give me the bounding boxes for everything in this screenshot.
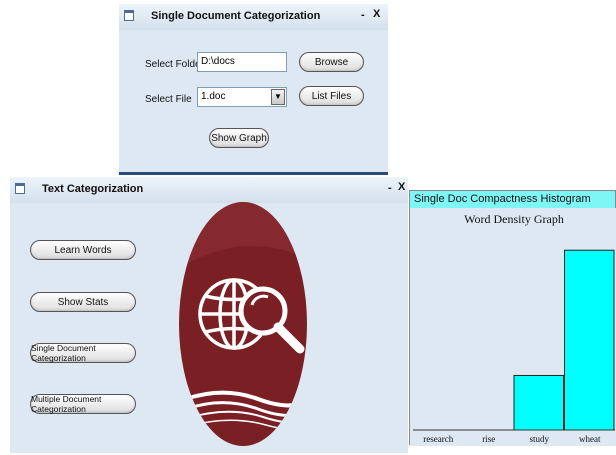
bar-study xyxy=(513,374,564,431)
minimize-button[interactable]: - xyxy=(361,9,365,21)
close-button[interactable]: X xyxy=(398,181,405,193)
minimize-button[interactable]: - xyxy=(388,182,392,194)
file-select-value: 1.doc xyxy=(201,91,226,102)
close-button[interactable]: X xyxy=(373,8,380,20)
chart-title: Word Density Graph xyxy=(464,212,564,226)
window-icon xyxy=(15,183,25,194)
select-folder-label: Select Folder xyxy=(145,59,204,70)
title-bar: Single Document Categorization - X xyxy=(119,4,388,30)
single-document-categorization-button[interactable]: Single Document Categorization xyxy=(30,343,136,363)
globe-search-logo xyxy=(179,202,307,446)
select-file-label: Select File xyxy=(145,94,192,105)
compactness-histogram-window: Single Doc Compactness Histogram Word De… xyxy=(409,190,616,446)
window-title: Single Document Categorization xyxy=(151,10,321,22)
file-select[interactable]: 1.doc ▼ xyxy=(197,87,287,107)
multiple-document-categorization-button[interactable]: Multiple Document Categorization xyxy=(30,394,136,414)
bar-wheat xyxy=(564,249,615,431)
show-graph-button[interactable]: Show Graph xyxy=(209,128,269,148)
single-document-categorization-window: Single Document Categorization - X Selec… xyxy=(119,4,388,175)
learn-words-button[interactable]: Learn Words xyxy=(30,240,136,260)
window-icon xyxy=(124,10,134,21)
histogram-title-bar: Single Doc Compactness Histogram xyxy=(410,191,615,208)
folder-path-input[interactable]: D:\docs xyxy=(197,52,287,72)
show-stats-button[interactable]: Show Stats xyxy=(30,292,136,312)
x-tick-label: wheat xyxy=(579,434,601,444)
x-tick-label: study xyxy=(529,434,549,444)
x-tick-label: rise xyxy=(482,434,495,444)
word-density-chart: Word Density Graph research rise study whea… xyxy=(410,208,616,446)
text-categorization-window: Text Categorization - X Learn Words Show… xyxy=(10,177,408,453)
list-files-button[interactable]: List Files xyxy=(299,86,364,106)
browse-button[interactable]: Browse xyxy=(299,52,364,72)
window-title: Text Categorization xyxy=(42,183,144,195)
x-tick-label: research xyxy=(423,434,453,444)
chevron-down-icon[interactable]: ▼ xyxy=(271,89,285,105)
